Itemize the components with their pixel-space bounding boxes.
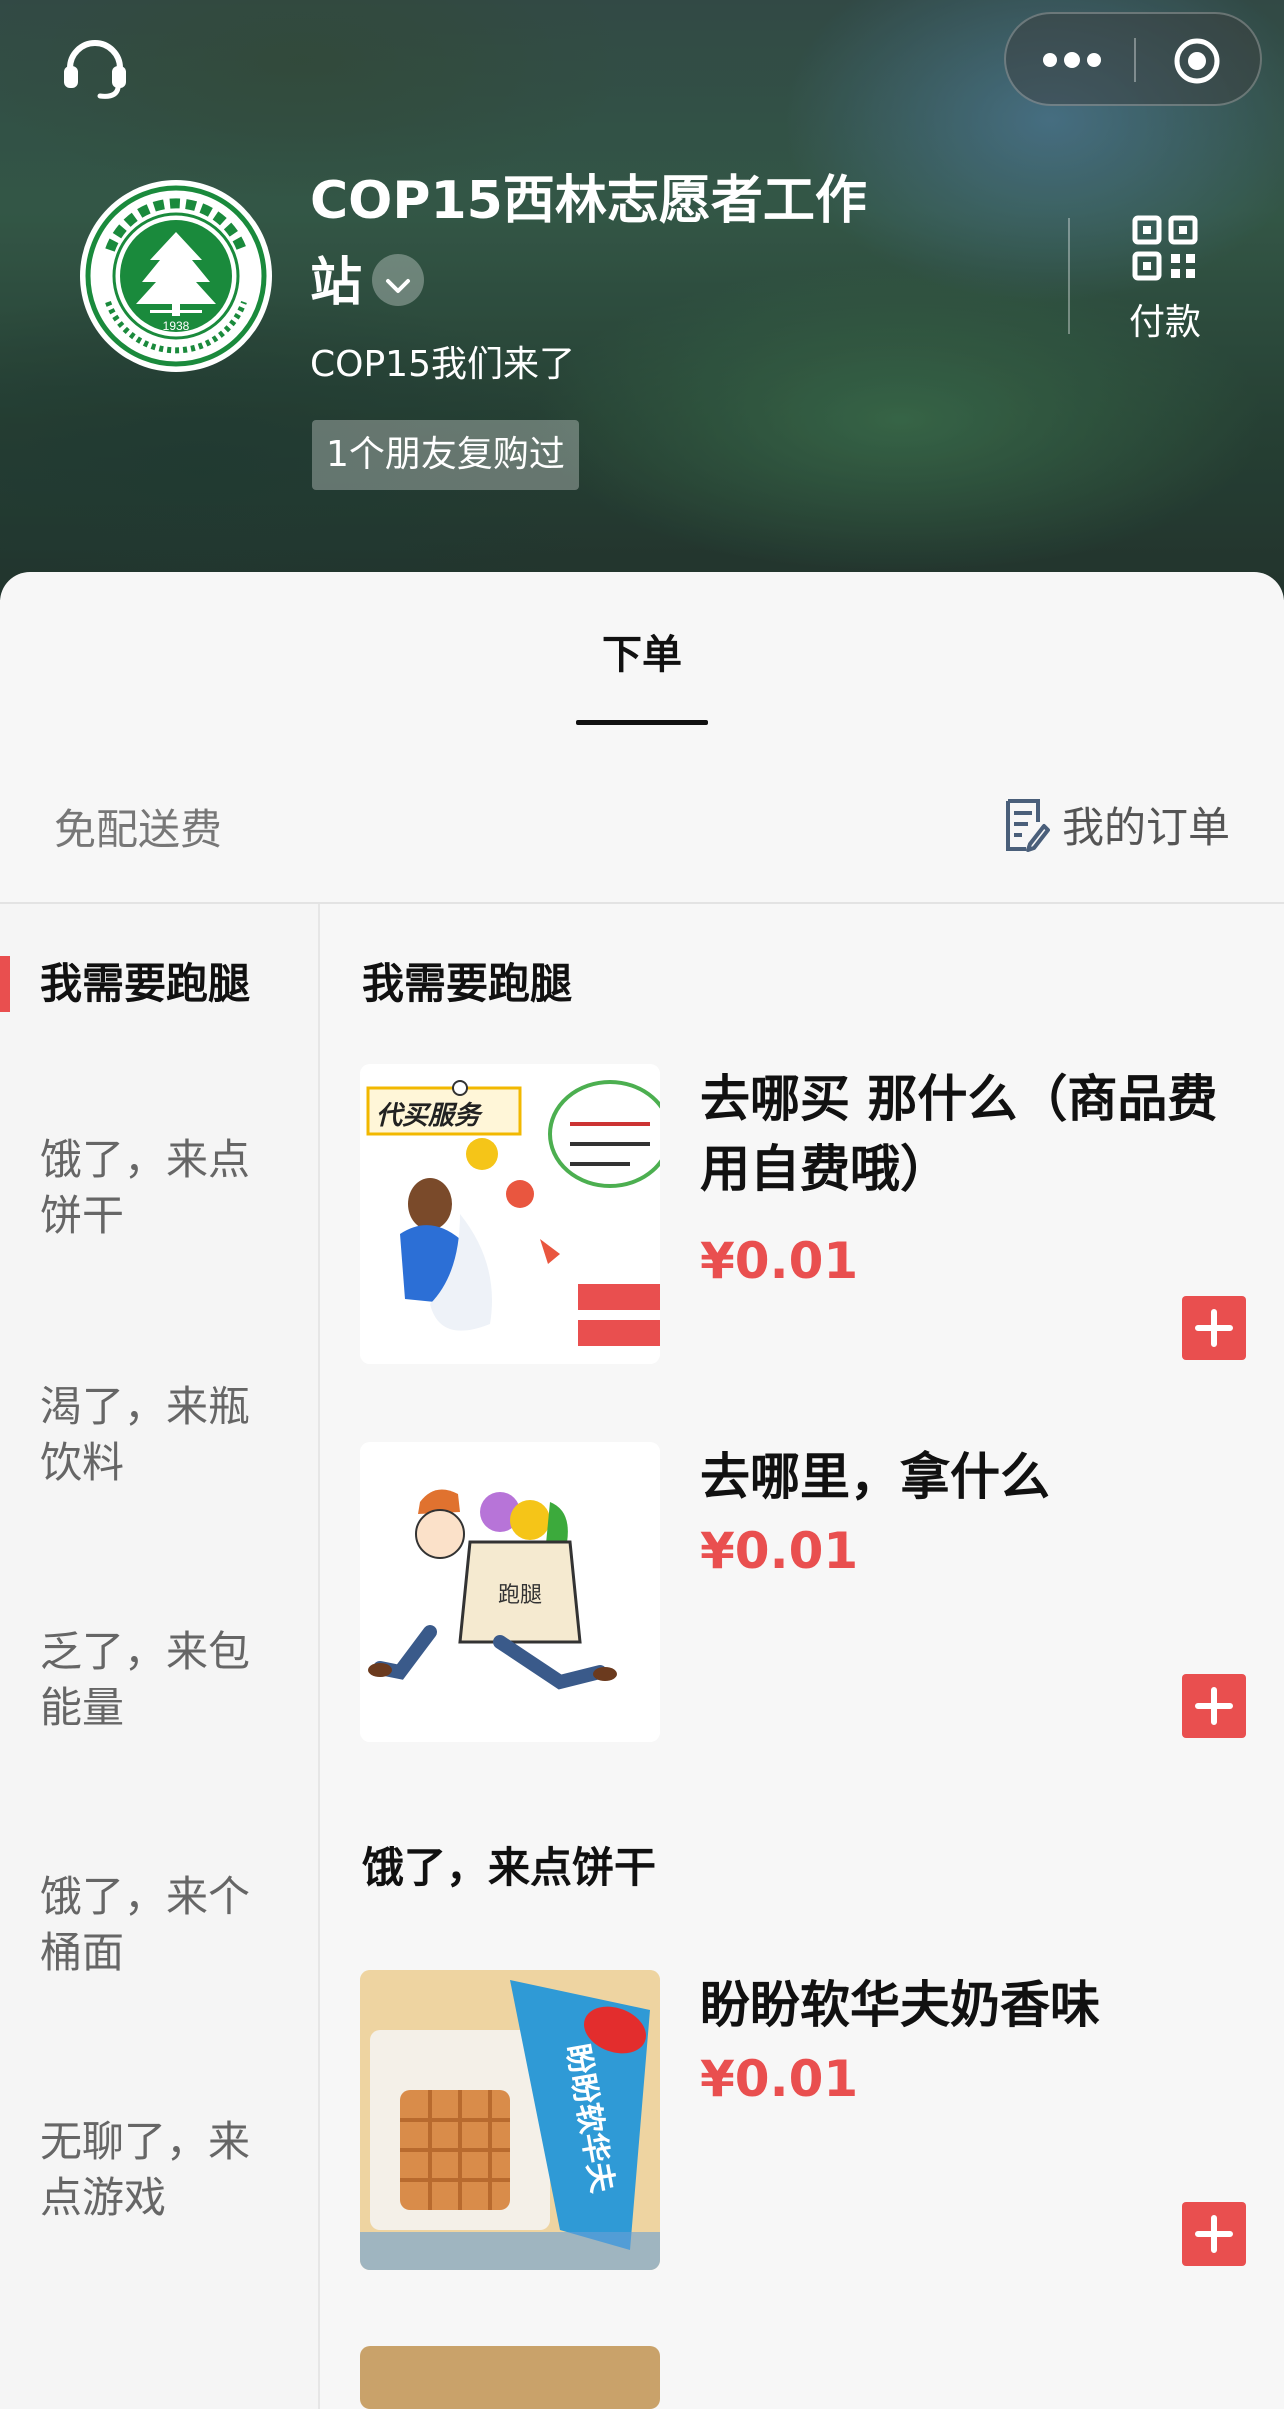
my-orders-label: 我的订单 bbox=[1061, 803, 1230, 852]
order-list-icon bbox=[1005, 798, 1050, 852]
product-image-text: 代买服务 bbox=[376, 1100, 484, 1130]
product-item[interactable]: 盼盼软华夫 盼盼软华夫奶香味 ¥0.01 bbox=[360, 1970, 1250, 2270]
my-orders-link[interactable]: 我的订单 bbox=[1002, 794, 1230, 855]
capsule-divider bbox=[1134, 38, 1136, 82]
product-name: 盼盼软华夫奶香味 bbox=[700, 1976, 1100, 2034]
section-title: 我需要跑腿 bbox=[362, 959, 573, 1008]
pay-divider bbox=[1068, 218, 1070, 334]
category-sidebar: 我需要跑腿 饿了，来点饼干 渴了，来瓶饮料 乏了，来包能量 饿了，来个桶面 无聊… bbox=[0, 904, 320, 2409]
plus-icon bbox=[1195, 1309, 1233, 1347]
product-price: ¥0.01 bbox=[700, 1232, 859, 1290]
shop-subtitle: COP15我们来了 bbox=[310, 344, 575, 385]
plus-icon bbox=[1195, 2215, 1233, 2253]
product-list: 我需要跑腿 代买服务 去哪买 那什么（商品费用自费哦） ¥0.01 跑腿 去哪里… bbox=[322, 904, 1284, 2409]
chevron-down-icon[interactable] bbox=[372, 254, 425, 306]
pay-button[interactable]: 付款 bbox=[1110, 210, 1220, 345]
more-icon[interactable] bbox=[1042, 50, 1102, 70]
product-image: 盼盼软华夫 bbox=[360, 1970, 660, 2270]
tab-active-indicator bbox=[576, 720, 708, 725]
product-image bbox=[360, 2346, 660, 2409]
sidebar-item-energy[interactable]: 乏了，来包能量 bbox=[40, 1624, 290, 1736]
plus-icon bbox=[1195, 1687, 1233, 1725]
product-item[interactable]: 代买服务 去哪买 那什么（商品费用自费哦） ¥0.01 bbox=[360, 1064, 1250, 1364]
active-category-marker bbox=[0, 956, 10, 1012]
product-image: 代买服务 bbox=[360, 1064, 660, 1364]
product-price: ¥0.01 bbox=[700, 2050, 859, 2108]
add-to-cart-button[interactable] bbox=[1182, 2202, 1246, 2266]
headset-icon[interactable] bbox=[60, 30, 130, 100]
sidebar-item-errand[interactable]: 我需要跑腿 bbox=[40, 956, 290, 1012]
friend-repurchase-badge: 1个朋友复购过 bbox=[312, 420, 579, 490]
product-image: 跑腿 bbox=[360, 1442, 660, 1742]
info-bar: 免配送费 我的订单 bbox=[0, 768, 1284, 878]
sidebar-item-drinks[interactable]: 渴了，来瓶饮料 bbox=[40, 1379, 290, 1491]
product-name: 去哪里，拿什么 bbox=[700, 1448, 1050, 1506]
add-to-cart-button[interactable] bbox=[1182, 1296, 1246, 1360]
shop-name-line1: COP15西林志愿者工作 bbox=[310, 171, 867, 231]
shop-header: 1938 COP15西林志愿者工作 站 COP15我们来了 1个朋友复购过 付款 bbox=[0, 0, 1284, 600]
sidebar-item-games[interactable]: 无聊了，来点游戏 bbox=[40, 2114, 290, 2226]
product-price: ¥0.01 bbox=[700, 1522, 859, 1580]
tab-order[interactable]: 下单 bbox=[560, 622, 724, 680]
add-to-cart-button[interactable] bbox=[1182, 1674, 1246, 1738]
university-logo: 1938 bbox=[80, 180, 272, 372]
sidebar-item-biscuits[interactable]: 饿了，来点饼干 bbox=[40, 1132, 290, 1244]
qr-code-icon bbox=[1132, 215, 1198, 281]
shop-name: COP15西林志愿者工作 站 bbox=[310, 160, 930, 324]
product-name: 去哪买 那什么（商品费用自费哦） bbox=[700, 1070, 1218, 1198]
product-item-partial[interactable] bbox=[360, 2346, 1250, 2409]
product-image-text: 跑腿 bbox=[498, 1582, 542, 1607]
section-title: 饿了，来点饼干 bbox=[362, 1843, 657, 1892]
menu-capsule bbox=[1004, 12, 1262, 106]
product-item[interactable]: 跑腿 去哪里，拿什么 ¥0.01 bbox=[360, 1442, 1250, 1742]
target-icon[interactable] bbox=[1172, 36, 1222, 86]
shop-name-line2: 站 bbox=[310, 253, 363, 313]
pay-label: 付款 bbox=[1128, 302, 1201, 343]
tab-bar: 下单 bbox=[0, 572, 1284, 732]
sidebar-item-noodles[interactable]: 饿了，来个桶面 bbox=[40, 1869, 290, 1981]
delivery-fee-text: 免配送费 bbox=[54, 805, 223, 854]
order-sheet: 下单 免配送费 我的订单 我需要跑腿 饿了，来点饼干 渴了，来瓶饮料 乏了，来包… bbox=[0, 572, 1284, 2409]
logo-year: 1938 bbox=[163, 319, 190, 333]
